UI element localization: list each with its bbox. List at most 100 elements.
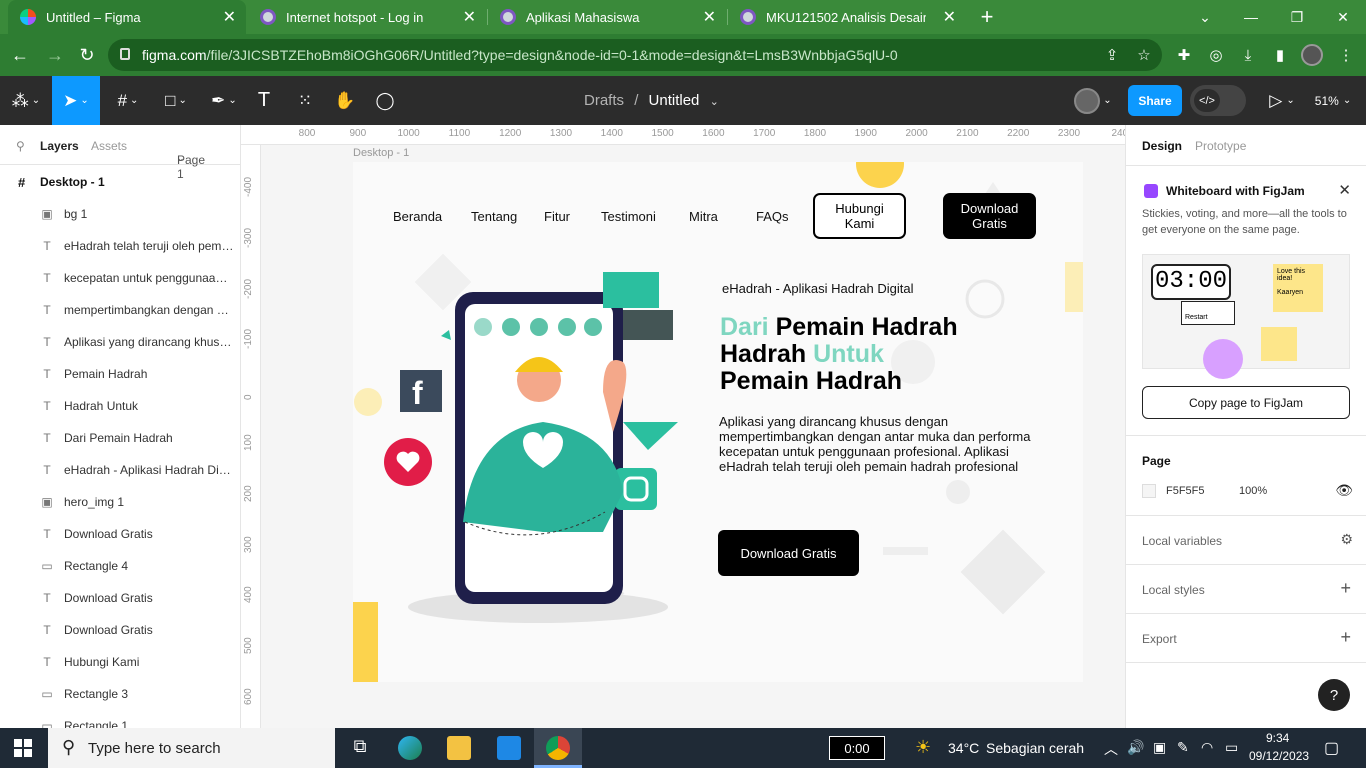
layer-row[interactable]: ▣ hero_img 1	[0, 486, 241, 518]
nav-beranda[interactable]: Beranda	[393, 209, 442, 224]
shape-tool-icon[interactable]: □ ⌄	[156, 76, 196, 125]
close-tab-icon[interactable]: ✕	[223, 7, 236, 27]
close-tab-icon[interactable]: ✕	[703, 7, 716, 27]
layer-row[interactable]: T Pemain Hadrah	[0, 358, 241, 390]
hero-eyebrow[interactable]: eHadrah - Aplikasi Hadrah Digital	[722, 281, 913, 296]
windows-start-icon[interactable]	[14, 739, 32, 757]
pen-icon[interactable]: ✎	[1177, 739, 1189, 756]
chevron-down-icon[interactable]: ⌄	[710, 96, 719, 108]
layer-row[interactable]: T Aplikasi yang dirancang khusus dengan	[0, 326, 241, 358]
frame-label[interactable]: Desktop - 1	[353, 147, 409, 159]
battery-icon[interactable]: ▭	[1225, 739, 1238, 756]
close-tab-icon[interactable]: ✕	[463, 7, 476, 27]
add-style-icon[interactable]: +	[1340, 578, 1351, 599]
layer-row[interactable]: Tkecepatan untuk penggunaan profesional.…	[0, 262, 241, 294]
layer-row[interactable]: T Hubungi Kami	[0, 646, 241, 678]
hero-headline[interactable]: Dari Pemain Hadrah Hadrah Untuk Pemain H…	[720, 314, 958, 395]
file-name[interactable]: Untitled	[649, 92, 700, 109]
close-icon[interactable]: ✕	[1338, 181, 1351, 199]
copy-page-to-figjam-button[interactable]: Copy page to FigJam	[1142, 386, 1350, 419]
close-tab-icon[interactable]: ✕	[943, 7, 956, 27]
file-explorer-icon[interactable]	[447, 736, 471, 760]
tab-mku[interactable]: MKU121502 Analisis Desain UI/U ✕	[728, 0, 966, 34]
task-view-icon[interactable]: ⧉	[348, 736, 372, 760]
grammarly-icon[interactable]: ◎	[1204, 44, 1228, 66]
nav-mitra[interactable]: Mitra	[689, 209, 718, 224]
tab-assets[interactable]: Assets	[91, 139, 127, 153]
zoom-control[interactable]: 51% ⌄	[1308, 76, 1358, 125]
layer-row[interactable]: TeHadrah telah teruji oleh pemain hadrah…	[0, 230, 241, 262]
hero-description[interactable]: Aplikasi yang dirancang khusus dengan me…	[719, 414, 1059, 474]
bookmark-star-icon[interactable]: ☆	[1132, 44, 1156, 66]
new-tab-icon[interactable]: +	[974, 0, 1000, 34]
tab-prototype[interactable]: Prototype	[1195, 139, 1246, 153]
side-panel-icon[interactable]: ▮	[1268, 44, 1292, 66]
resources-icon[interactable]: ⁙	[292, 76, 318, 125]
tab-design[interactable]: Design	[1142, 139, 1182, 153]
minimize-icon[interactable]: —	[1228, 0, 1274, 34]
pen-tool-icon[interactable]: ✒ ⌄	[204, 76, 244, 125]
layer-row[interactable]: T Hadrah Untuk	[0, 390, 241, 422]
tab-aplikasi-mahasiswa[interactable]: Aplikasi Mahasiswa ✕	[488, 0, 726, 34]
nav-tentang[interactable]: Tentang	[471, 209, 517, 224]
wifi-icon[interactable]: ◠	[1201, 739, 1213, 756]
frame-tool-icon[interactable]: # ⌄	[108, 76, 148, 125]
download-gratis-cta-button[interactable]: Download Gratis	[718, 530, 859, 576]
variables-settings-icon[interactable]: ⚙	[1340, 531, 1353, 548]
download-icon[interactable]: ⤓	[1236, 44, 1260, 66]
page-color-swatch[interactable]	[1142, 484, 1156, 498]
page-opacity-value[interactable]: 100%	[1239, 485, 1267, 497]
weather-icon[interactable]: ☀	[915, 737, 931, 758]
nav-fitur[interactable]: Fitur	[544, 209, 570, 224]
close-window-icon[interactable]: ✕	[1320, 0, 1366, 34]
layer-row[interactable]: ▭ Rectangle 4	[0, 550, 241, 582]
layer-row[interactable]: ▣ bg 1	[0, 198, 241, 230]
restore-icon[interactable]: ❐	[1274, 0, 1320, 34]
layer-frame-desktop[interactable]: # Desktop - 1	[0, 166, 241, 198]
chrome-taskbar-button[interactable]	[534, 728, 582, 768]
present-icon[interactable]: ▷ ⌄	[1262, 76, 1302, 125]
notification-icon[interactable]: ▢	[1324, 738, 1339, 758]
weather-description[interactable]: Sebagian cerah	[986, 740, 1084, 756]
layer-row[interactable]: Tmempertimbangkan dengan antar muka dan …	[0, 294, 241, 326]
layer-row[interactable]: T Dari Pemain Hadrah	[0, 422, 241, 454]
share-page-icon[interactable]: ⇪	[1100, 44, 1124, 66]
text-tool-icon[interactable]: T	[252, 76, 276, 125]
page-color-value[interactable]: F5F5F5	[1166, 485, 1205, 497]
weather-temp[interactable]: 34°C	[948, 740, 979, 756]
address-bar[interactable]: figma.com/file/3JICSBTZEhoBm8iOGhG06R/Un…	[108, 39, 1162, 71]
tab-hotspot[interactable]: Internet hotspot - Log in ✕	[248, 0, 486, 34]
tab-layers[interactable]: Layers	[40, 139, 79, 153]
hand-tool-icon[interactable]: ✋	[332, 76, 358, 125]
volume-icon[interactable]: 🔊	[1127, 739, 1144, 756]
breadcrumb-drafts[interactable]: Drafts	[584, 92, 624, 109]
comment-tool-icon[interactable]: ◯	[372, 76, 398, 125]
share-button[interactable]: Share	[1128, 85, 1182, 116]
dev-mode-toggle[interactable]: </>	[1190, 85, 1246, 116]
visibility-eye-icon[interactable]: 👁	[1335, 482, 1353, 499]
figma-main-menu-icon[interactable]: ⁂ ⌄	[6, 76, 46, 125]
forward-icon[interactable]: →	[40, 40, 70, 70]
extensions-icon[interactable]: ✚	[1172, 44, 1196, 66]
layer-row[interactable]: ▭ Rectangle 3	[0, 678, 241, 710]
multiplayer-avatar[interactable]: ⌄	[1070, 76, 1116, 125]
chevron-up-icon[interactable]: ︿	[1104, 739, 1118, 759]
layer-row[interactable]: T Download Gratis	[0, 582, 241, 614]
browser-menu-icon[interactable]: ⋮	[1334, 44, 1358, 66]
timer-widget[interactable]: 0:00	[829, 736, 885, 760]
edge-icon[interactable]	[398, 736, 422, 760]
camera-icon[interactable]: ▣	[1153, 739, 1166, 756]
nav-faqs[interactable]: FAQs	[756, 209, 789, 224]
search-icon[interactable]: ⚲	[16, 139, 25, 153]
taskbar-search[interactable]: ⚲ Type here to search	[48, 728, 335, 768]
tab-search-chevron-icon[interactable]: ⌄	[1182, 0, 1228, 34]
reload-icon[interactable]: ↻	[72, 40, 102, 70]
download-gratis-nav-button[interactable]: Download Gratis	[943, 193, 1036, 239]
help-button[interactable]: ?	[1318, 679, 1350, 711]
back-icon[interactable]: ←	[5, 40, 35, 70]
canvas[interactable]: Desktop - 1 Beranda Tentang Fitur Testim…	[261, 145, 1125, 728]
layer-row[interactable]: T Download Gratis	[0, 614, 241, 646]
hubungi-kami-button[interactable]: Hubungi Kami	[813, 193, 906, 239]
move-tool-icon[interactable]: ➤ ⌄	[52, 76, 100, 125]
nav-testimoni[interactable]: Testimoni	[601, 209, 656, 224]
